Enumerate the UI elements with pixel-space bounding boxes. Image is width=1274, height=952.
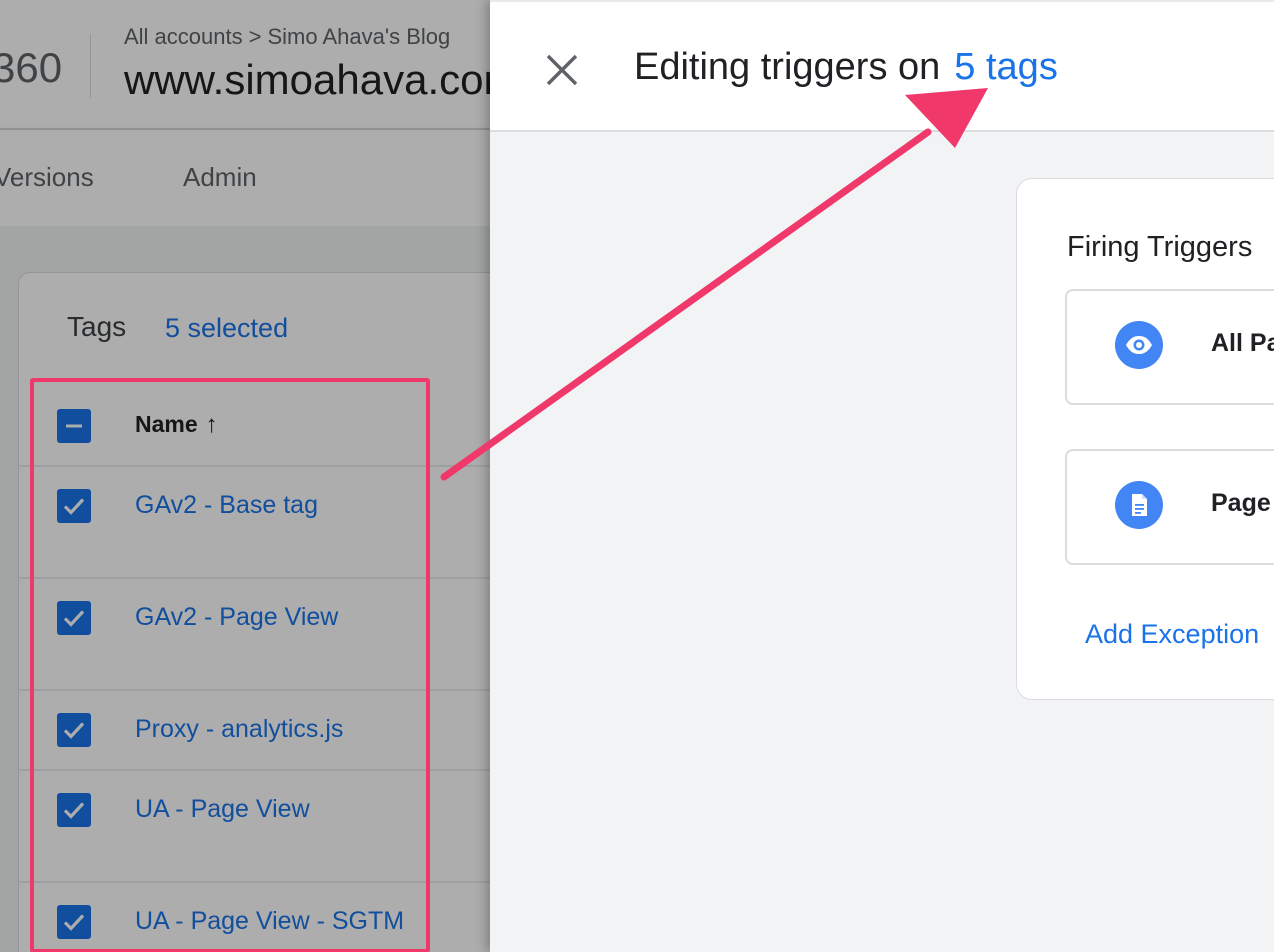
trigger-item-all-pages[interactable]: All Pages — [1065, 289, 1274, 405]
close-button[interactable] — [542, 50, 582, 90]
document-icon — [1115, 481, 1163, 529]
add-exception-button[interactable]: Add Exception — [1085, 619, 1259, 650]
trigger-label: Page View — [1211, 489, 1274, 517]
trigger-label: All Pages — [1211, 329, 1274, 357]
selected-tags-link[interactable]: 5 tags — [954, 46, 1058, 88]
firing-triggers-title: Firing Triggers — [1067, 231, 1253, 263]
trigger-item-page-view[interactable]: Page View — [1065, 449, 1274, 565]
workspace-background: 360 All accounts > Simo Ahava's Blog www.s… — [0, 0, 490, 952]
eye-icon — [1115, 321, 1163, 369]
panel-title-text: Editing triggers on — [634, 46, 941, 88]
panel-header: Editing triggers on 5 tags — [490, 0, 1274, 132]
firing-triggers-card: Firing Triggers All Pages — [1016, 178, 1274, 700]
panel-title: Editing triggers on 5 tags — [634, 46, 1058, 89]
edit-triggers-panel: Editing triggers on 5 tags Firing Trigger… — [490, 0, 1274, 952]
annotation-highlight-box — [30, 378, 430, 952]
close-icon — [546, 54, 578, 86]
